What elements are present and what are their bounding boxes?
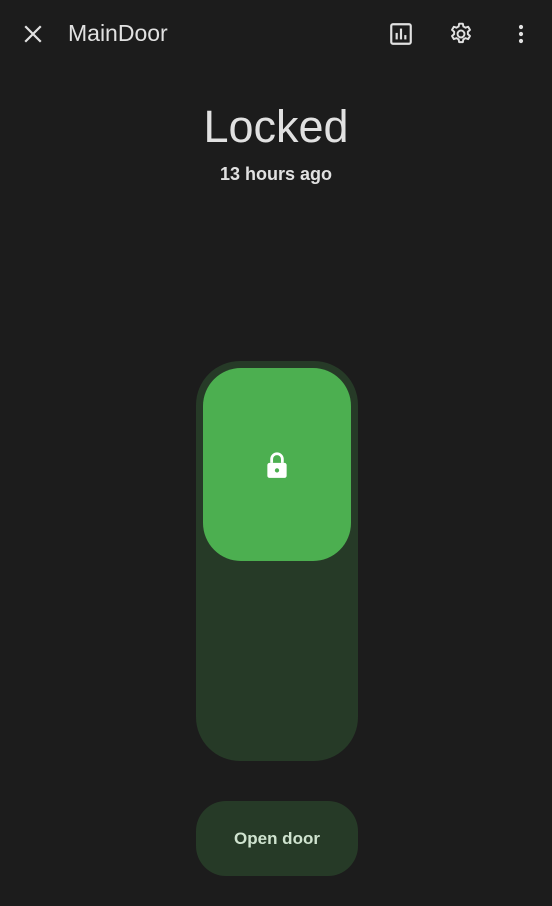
dots-vertical-icon	[518, 24, 524, 44]
history-button[interactable]	[381, 14, 421, 54]
chart-box-icon	[390, 23, 412, 45]
close-button[interactable]	[13, 14, 53, 54]
last-changed-text: 13 hours ago	[219, 164, 333, 184]
dialog-header: MainDoor	[0, 0, 552, 68]
settings-button[interactable]	[441, 14, 481, 54]
close-icon	[24, 25, 42, 43]
state-label: Locked	[203, 101, 349, 152]
lock-icon	[267, 451, 287, 478]
lock-toggle-handle[interactable]	[203, 368, 351, 561]
lock-toggle[interactable]	[196, 361, 358, 761]
dialog-title: MainDoor	[68, 20, 168, 46]
gear-icon	[451, 22, 471, 44]
open-door-button[interactable]: Open door	[196, 801, 358, 876]
more-options-button[interactable]	[501, 14, 541, 54]
